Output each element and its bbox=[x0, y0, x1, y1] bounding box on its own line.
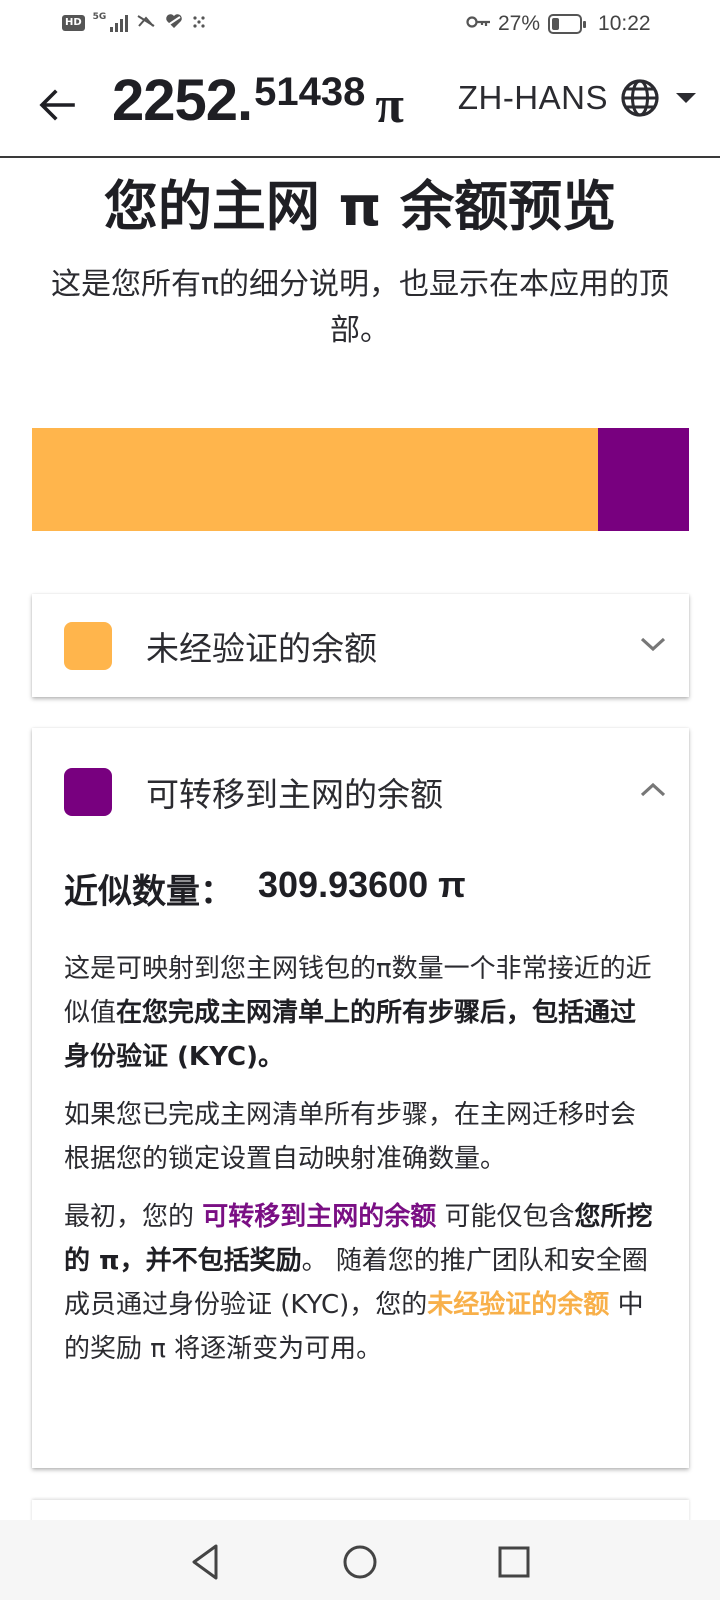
app-header: 2252. 51438 π ZH-HANS bbox=[0, 48, 720, 158]
unverified-balance-card: 未经验证的余额 bbox=[32, 594, 689, 697]
pi-symbol: π bbox=[375, 77, 404, 134]
dots-icon bbox=[192, 14, 206, 33]
pi-balance: 2252. 51438 π bbox=[112, 64, 404, 148]
network-type: 5G bbox=[92, 11, 107, 22]
approx-amount: 近似数量： 309.93600 π bbox=[64, 864, 657, 913]
p3-text-a: 最初，您的 bbox=[64, 1202, 203, 1232]
caret-down-icon bbox=[676, 93, 696, 103]
signal-icon bbox=[110, 14, 129, 32]
unverified-balance-label: 未经验证的余额 bbox=[146, 628, 377, 668]
page-subtitle: 这是您所有π的细分说明，也显示在本应用的顶部。 bbox=[50, 267, 670, 348]
transferable-balance-details: 近似数量： 309.93600 π 这是可映射到您主网钱包的π数量一个非常接近的… bbox=[32, 864, 689, 1371]
back-button[interactable] bbox=[32, 80, 82, 130]
transferable-swatch bbox=[64, 768, 112, 816]
unverified-balance-link: 未经验证的余额 bbox=[427, 1290, 610, 1320]
approx-label: 近似数量： bbox=[64, 872, 234, 912]
p3-text-c: 可能仅包含 bbox=[436, 1202, 575, 1232]
balance-decimal: 51438 bbox=[254, 70, 366, 114]
nav-home-icon[interactable] bbox=[340, 1542, 380, 1582]
key-icon bbox=[466, 12, 492, 36]
approx-value: 309.93600 π bbox=[258, 864, 466, 905]
nav-back-icon[interactable] bbox=[186, 1542, 226, 1582]
globe-icon bbox=[621, 79, 659, 117]
battery-percent: 27% bbox=[498, 12, 541, 35]
description-paragraph-2: 如果您已完成主网清单所有步骤，在主网迁移时会根据您的锁定设置自动映射准确数量。 bbox=[64, 1100, 637, 1174]
status-bar: HD 5G 27% 10:22 bbox=[0, 0, 720, 48]
page-title: 您的主网 π 余额预览 bbox=[103, 175, 617, 238]
transferable-balance-header[interactable]: 可转移到主网的余额 bbox=[32, 728, 689, 856]
transferable-balance-link: 可转移到主网的余额 bbox=[202, 1202, 437, 1232]
bar-segment-unverified bbox=[32, 428, 599, 531]
language-selector[interactable]: ZH-HANS bbox=[458, 78, 696, 118]
status-left-icons: HD 5G bbox=[62, 12, 206, 34]
system-navigation-bar bbox=[0, 1520, 720, 1600]
arrow-left-icon bbox=[39, 89, 75, 121]
no-sim-icon bbox=[136, 12, 156, 34]
unverified-swatch bbox=[64, 621, 112, 670]
language-label: ZH-HANS bbox=[457, 79, 608, 116]
description-paragraph-3: 最初，您的 可转移到主网的余额 可能仅包含您所挖的 π，并不包括奖励。 随着您的… bbox=[64, 1195, 657, 1371]
balance-integer: 2252. bbox=[112, 68, 253, 133]
hd-badge: HD bbox=[62, 15, 85, 31]
battery-icon bbox=[548, 14, 587, 34]
bar-segment-transferable bbox=[598, 428, 689, 531]
unverified-balance-header[interactable]: 未经验证的余额 bbox=[32, 594, 689, 697]
chevron-down-icon bbox=[640, 637, 666, 652]
clock: 10:22 bbox=[598, 12, 651, 35]
transferable-balance-card: 可转移到主网的余额 近似数量： 309.93600 π 这是可映射到您主网钱包的… bbox=[32, 728, 689, 1468]
description-paragraph-1: 这是可映射到您主网钱包的π数量一个非常接近的近似值在您完成主网清单上的所有步骤后… bbox=[64, 947, 657, 1079]
chevron-up-icon bbox=[640, 782, 666, 797]
transferable-balance-label: 可转移到主网的余额 bbox=[146, 775, 443, 814]
p1-bold: 在您完成主网清单上的所有步骤后，包括通过身份验证 (KYC)。 bbox=[64, 998, 637, 1072]
heart-icon bbox=[164, 12, 184, 34]
balance-breakdown-bar bbox=[32, 428, 689, 531]
nav-recents-icon[interactable] bbox=[494, 1542, 534, 1582]
